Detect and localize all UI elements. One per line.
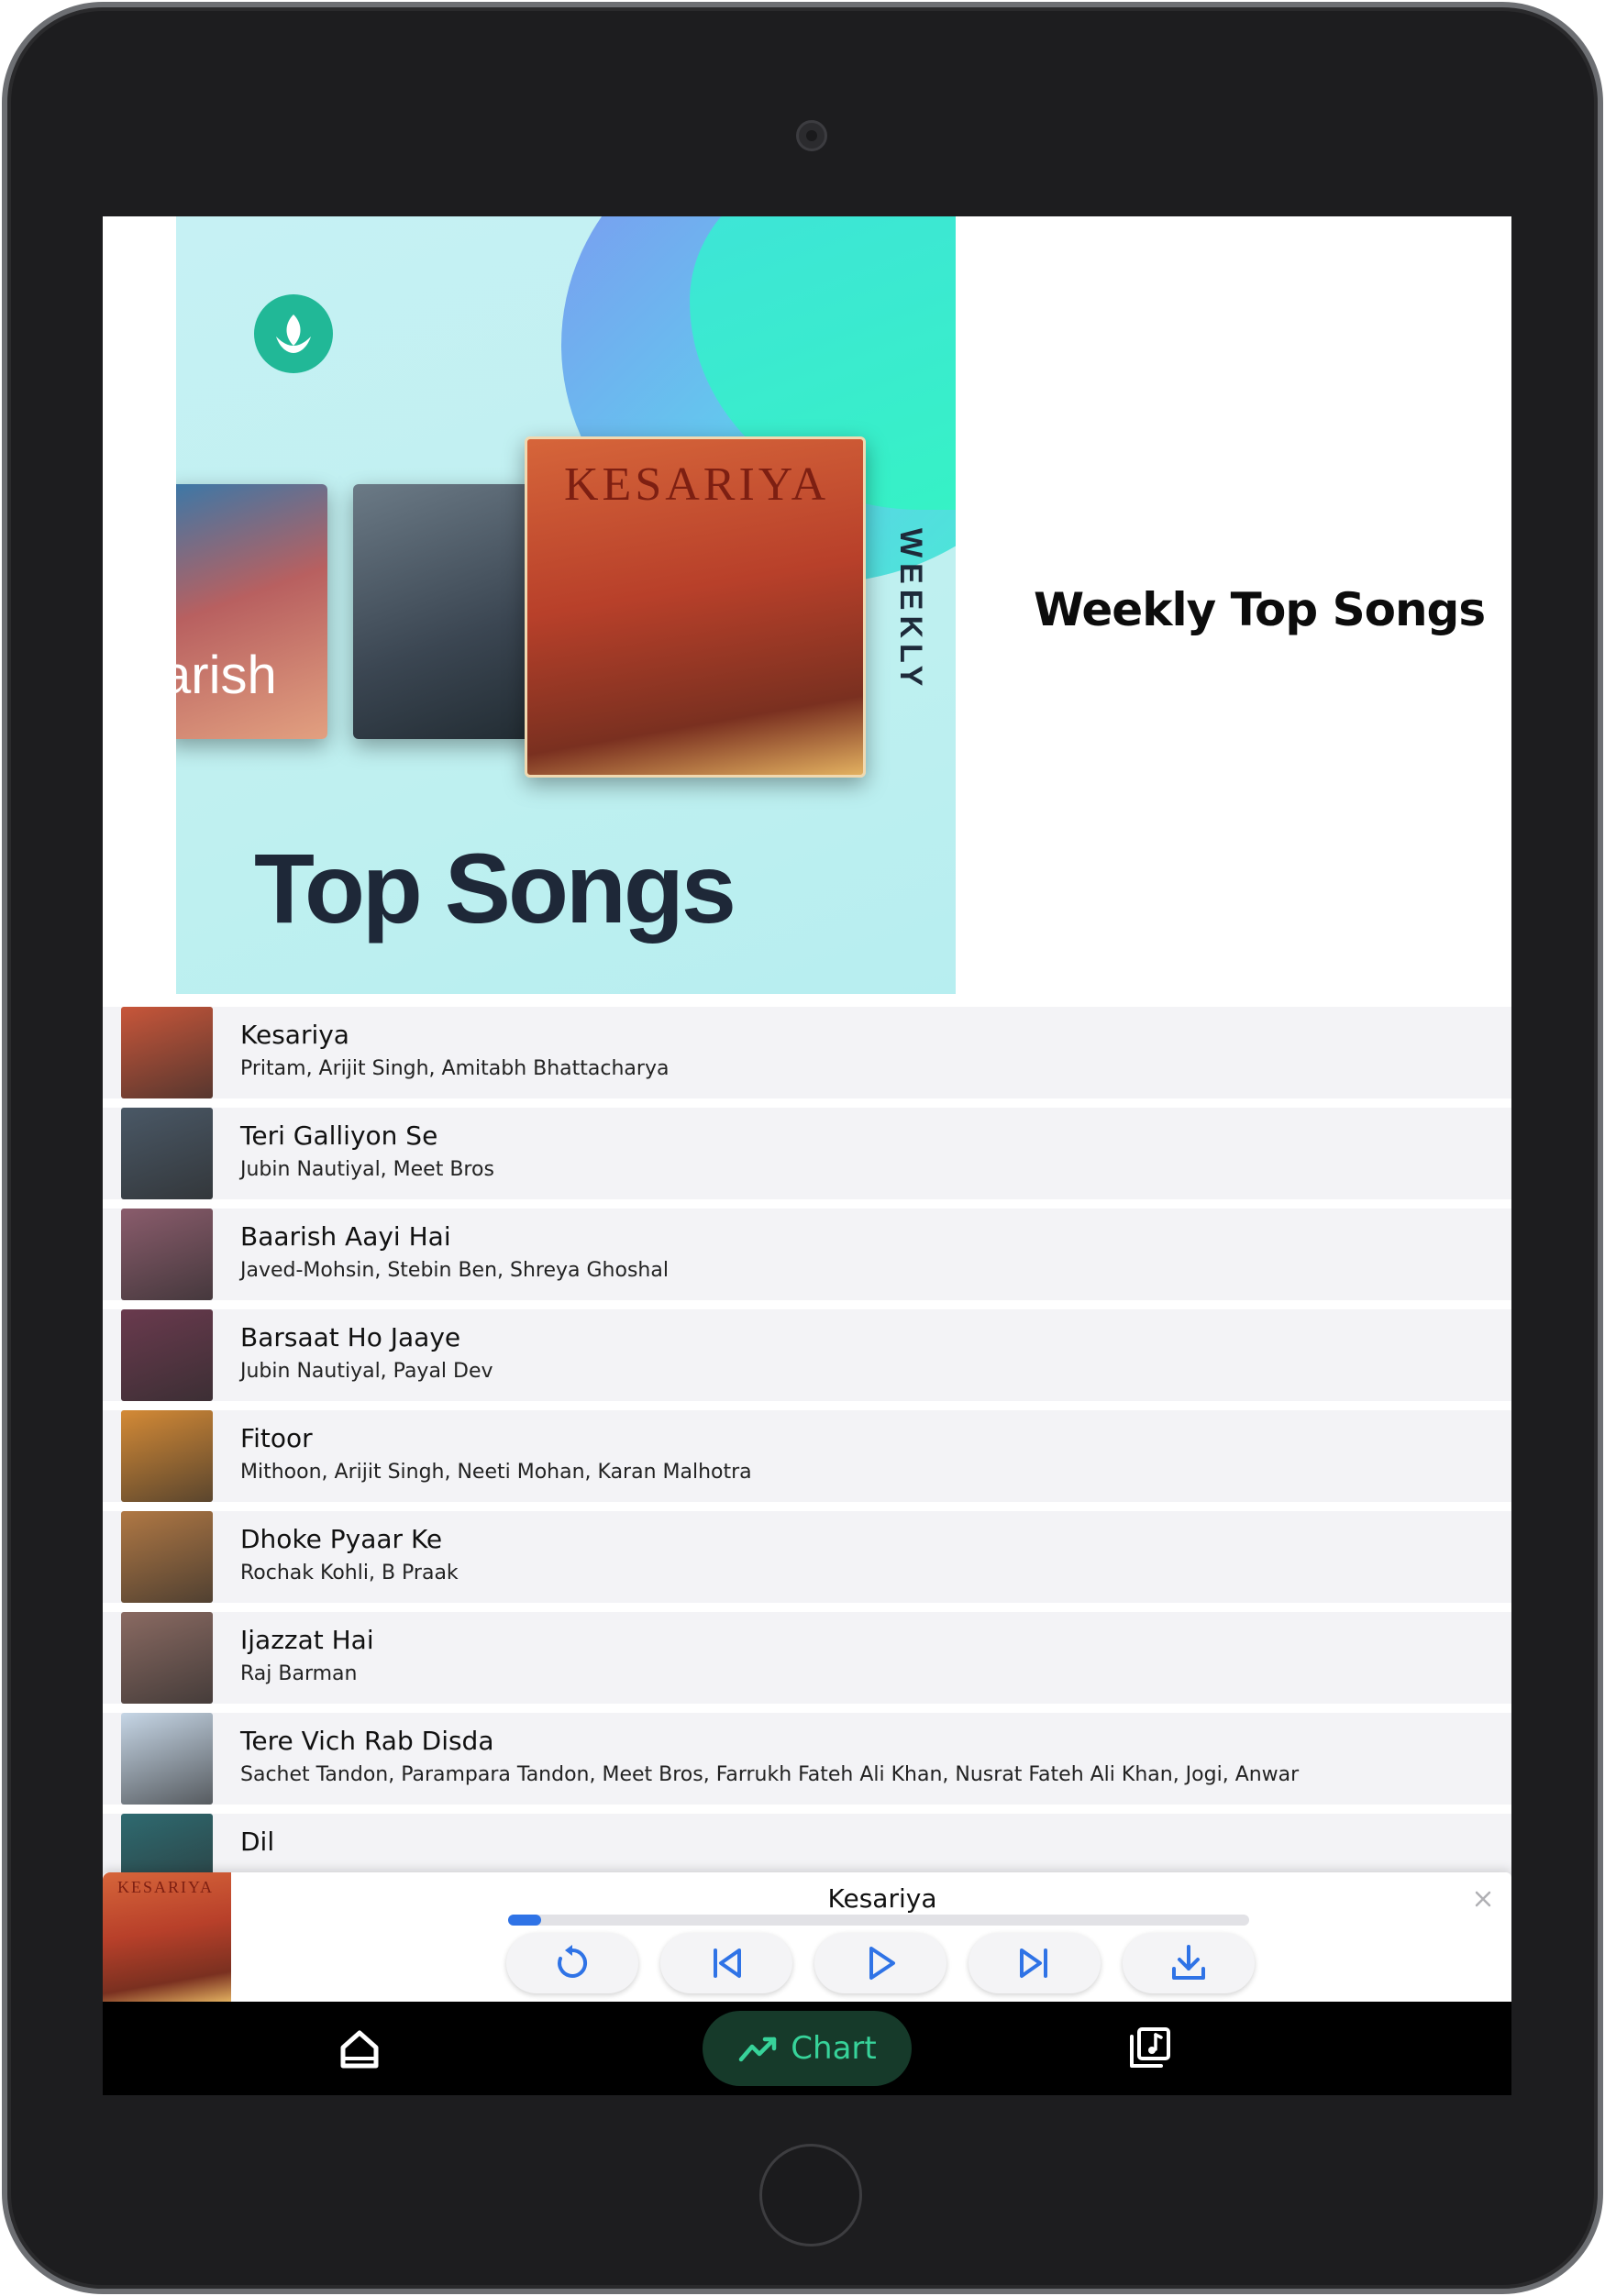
- replay-icon: [558, 1945, 588, 1978]
- device-home-button[interactable]: [759, 2144, 862, 2246]
- song-row-fitoor[interactable]: Fitoor Mithoon, Arijit Singh, Neeti Moha…: [103, 1410, 1511, 1502]
- cover-weekly-label: WEEKLY: [893, 528, 928, 692]
- song-thumbnail: [121, 1007, 213, 1098]
- page-title: Weekly Top Songs: [1034, 583, 1486, 636]
- cover-art-kesariya: KESARIYA: [525, 436, 866, 778]
- bottom-navigation: Chart: [103, 2002, 1511, 2095]
- song-title: Kesariya: [240, 1020, 349, 1050]
- next-icon: [1020, 1948, 1047, 1978]
- brand-logo-icon: [254, 294, 333, 373]
- cover-art-teri-galliyon: [353, 484, 537, 739]
- song-thumbnail: [121, 1612, 213, 1704]
- song-thumbnail: [121, 1410, 213, 1502]
- close-player-button[interactable]: [1469, 1885, 1497, 1913]
- camera: [796, 120, 827, 151]
- play-icon: [869, 1947, 895, 1980]
- play-button[interactable]: [814, 1933, 946, 1993]
- previous-icon: [714, 1948, 741, 1978]
- close-icon: [1475, 1891, 1491, 1907]
- song-thumbnail: [121, 1209, 213, 1300]
- song-title: Tere Vich Rab Disda: [240, 1726, 494, 1756]
- song-artists: Javed-Mohsin, Stebin Ben, Shreya Ghoshal: [240, 1259, 669, 1282]
- song-thumbnail: [121, 1713, 213, 1805]
- song-title: Baarish Aayi Hai: [240, 1221, 451, 1252]
- tablet-frame: arish KESARIYA WEEKLY Top Songs Weekly T…: [2, 2, 1603, 2294]
- replay-button[interactable]: [506, 1933, 638, 1993]
- download-button[interactable]: [1123, 1933, 1255, 1993]
- previous-button[interactable]: [660, 1933, 792, 1993]
- next-button[interactable]: [969, 1933, 1101, 1993]
- song-thumbnail: [121, 1309, 213, 1401]
- song-title: Barsaat Ho Jaaye: [240, 1322, 461, 1352]
- song-row-kesariya[interactable]: Kesariya Pritam, Arijit Singh, Amitabh B…: [103, 1007, 1511, 1098]
- trending-up-icon: [739, 2037, 777, 2062]
- song-artists: Jubin Nautiyal, Meet Bros: [240, 1158, 494, 1181]
- song-title: Fitoor: [240, 1423, 313, 1453]
- song-artists: Raj Barman: [240, 1662, 358, 1685]
- download-icon: [1172, 1945, 1205, 1980]
- music-library-icon: [1130, 2027, 1170, 2068]
- now-playing-title: Kesariya: [827, 1883, 937, 1914]
- song-thumbnail: [121, 1108, 213, 1199]
- song-artists: Sachet Tandon, Parampara Tandon, Meet Br…: [240, 1763, 1300, 1786]
- song-row-ijazzat-hai[interactable]: Ijazzat Hai Raj Barman: [103, 1612, 1511, 1704]
- nav-home-button[interactable]: [332, 2026, 387, 2071]
- song-row-dhoke-pyaar-ke[interactable]: Dhoke Pyaar Ke Rochak Kohli, B Praak: [103, 1511, 1511, 1603]
- cover-title: Top Songs: [254, 833, 736, 944]
- song-artists: Jubin Nautiyal, Payal Dev: [240, 1360, 493, 1383]
- home-icon: [340, 2030, 379, 2069]
- playlist-cover: arish KESARIYA WEEKLY Top Songs: [176, 216, 956, 994]
- song-title: Ijazzat Hai: [240, 1625, 374, 1655]
- playlist-header: arish KESARIYA WEEKLY Top Songs Weekly T…: [103, 216, 1511, 1007]
- nav-chart-tab[interactable]: Chart: [703, 2011, 912, 2086]
- song-artists: Pritam, Arijit Singh, Amitabh Bhattachar…: [240, 1057, 670, 1080]
- song-row-teri-galliyon-se[interactable]: Teri Galliyon Se Jubin Nautiyal, Meet Br…: [103, 1108, 1511, 1199]
- song-row-baarish-aayi-hai[interactable]: Baarish Aayi Hai Javed-Mohsin, Stebin Be…: [103, 1209, 1511, 1300]
- song-artists: Rochak Kohli, B Praak: [240, 1562, 459, 1584]
- song-title: Dhoke Pyaar Ke: [240, 1524, 443, 1554]
- song-row-barsaat-ho-jaaye[interactable]: Barsaat Ho Jaaye Jubin Nautiyal, Payal D…: [103, 1309, 1511, 1401]
- nav-library-button[interactable]: [1121, 2024, 1176, 2073]
- nav-chart-label: Chart: [791, 2030, 877, 2067]
- song-row-tere-vich-rab-disda[interactable]: Tere Vich Rab Disda Sachet Tandon, Param…: [103, 1713, 1511, 1805]
- progress-fill: [508, 1915, 542, 1926]
- song-artists: Mithoon, Arijit Singh, Neeti Mohan, Kara…: [240, 1461, 752, 1484]
- progress-bar[interactable]: [508, 1915, 1249, 1926]
- app-screen: arish KESARIYA WEEKLY Top Songs Weekly T…: [103, 216, 1511, 2095]
- song-thumbnail: [121, 1511, 213, 1603]
- cover-art-baarish: arish: [176, 484, 327, 739]
- song-title: Dil: [240, 1827, 275, 1857]
- mini-player: KESARIYA Kesariya: [103, 1872, 1511, 2002]
- song-title: Teri Galliyon Se: [240, 1120, 438, 1151]
